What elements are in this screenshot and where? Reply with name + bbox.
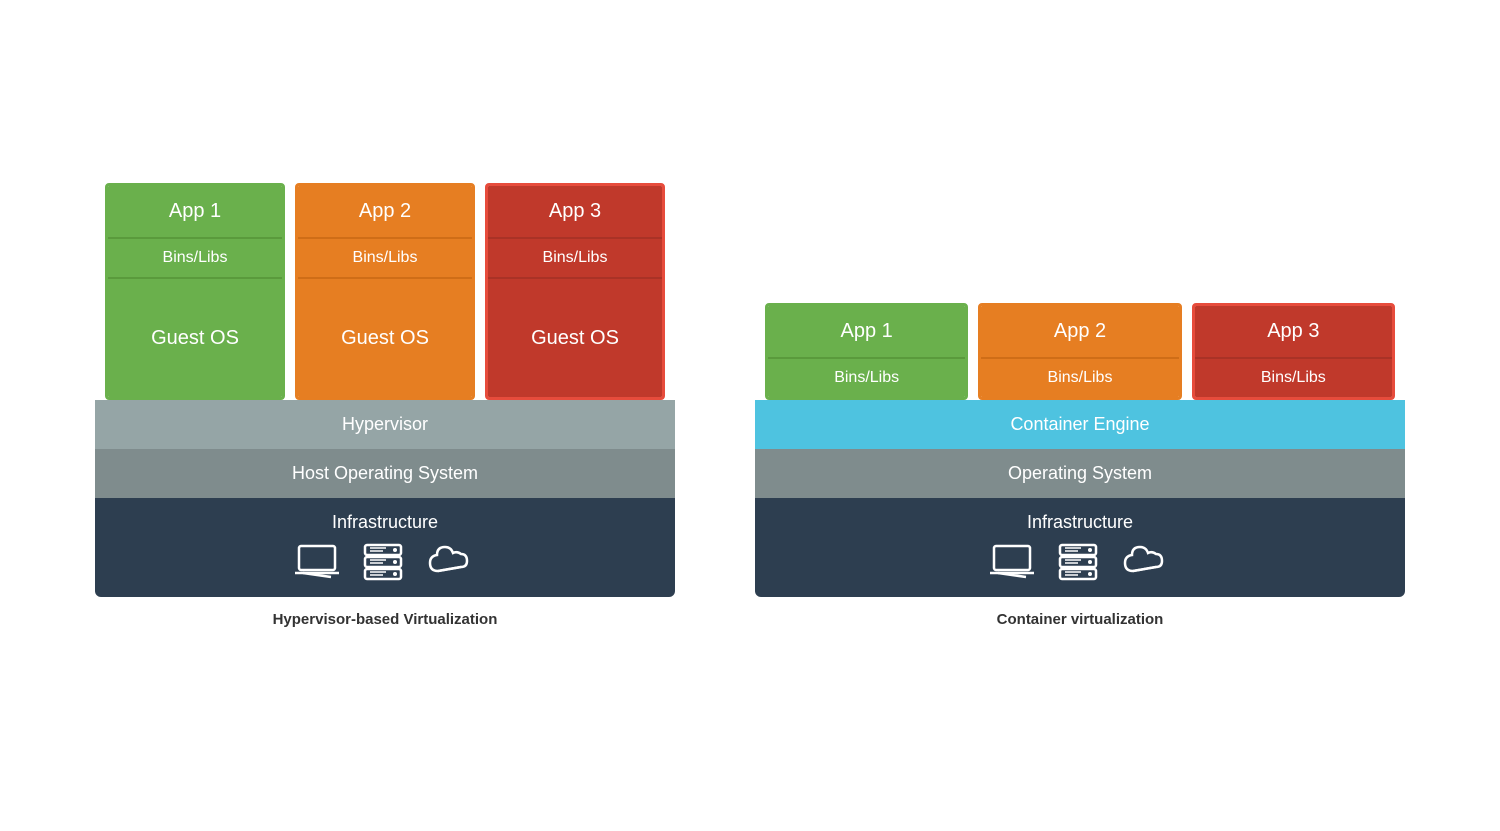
- right-app2-label: App 2: [981, 306, 1178, 357]
- right-container-engine-wrap: Container Engine: [755, 400, 1405, 449]
- right-infra-label: Infrastructure: [1027, 512, 1133, 533]
- left-apps-row: App 1 Bins/Libs Guest OS App 2 Bins/Libs…: [95, 183, 675, 400]
- laptop-icon: [293, 543, 341, 581]
- left-hypervisor-wrap: Hypervisor: [95, 400, 675, 449]
- right-app1-bins: Bins/Libs: [768, 357, 965, 397]
- left-hypervisor-layer: Hypervisor: [95, 400, 675, 449]
- left-hostos-layer: Host Operating System: [95, 449, 675, 498]
- left-app3-column: App 3 Bins/Libs Guest OS: [485, 183, 665, 400]
- left-infra-wrap: Infrastructure: [95, 498, 675, 597]
- left-app1-bins: Bins/Libs: [108, 237, 282, 277]
- left-diagram: App 1 Bins/Libs Guest OS App 2 Bins/Libs…: [95, 183, 675, 628]
- right-infra-icons: [988, 533, 1172, 597]
- left-infra-icons: [293, 533, 477, 597]
- right-os-wrap: Operating System: [755, 449, 1405, 498]
- left-app1-column: App 1 Bins/Libs Guest OS: [105, 183, 285, 400]
- right-app3-label: App 3: [1195, 306, 1392, 357]
- right-app1-label: App 1: [768, 306, 965, 357]
- right-laptop-icon: [988, 543, 1036, 581]
- left-app3-label: App 3: [488, 186, 662, 237]
- server-icon: [361, 543, 405, 581]
- left-app2-column: App 2 Bins/Libs Guest OS: [295, 183, 475, 400]
- right-os-layer: Operating System: [755, 449, 1405, 498]
- right-diagram: App 1 Bins/Libs App 2 Bins/Libs App 3 Bi…: [755, 303, 1405, 628]
- right-server-icon: [1056, 543, 1100, 581]
- left-infra-label: Infrastructure: [332, 512, 438, 533]
- right-app2-column: App 2 Bins/Libs: [978, 303, 1181, 400]
- left-app1-guestos: Guest OS: [108, 277, 282, 397]
- left-app2-guestos: Guest OS: [298, 277, 472, 397]
- right-app1-column: App 1 Bins/Libs: [765, 303, 968, 400]
- left-app3-bins: Bins/Libs: [488, 237, 662, 277]
- main-container: App 1 Bins/Libs Guest OS App 2 Bins/Libs…: [35, 163, 1465, 668]
- left-hostos-wrap: Host Operating System: [95, 449, 675, 498]
- right-apps-row: App 1 Bins/Libs App 2 Bins/Libs App 3 Bi…: [755, 303, 1405, 400]
- left-diagram-title: Hypervisor-based Virtualization: [273, 611, 498, 628]
- right-app3-column: App 3 Bins/Libs: [1192, 303, 1395, 400]
- right-infra-layer: Infrastructure: [755, 498, 1405, 597]
- right-app3-bins: Bins/Libs: [1195, 357, 1392, 397]
- cloud-icon: [425, 543, 477, 581]
- left-app3-guestos: Guest OS: [488, 277, 662, 397]
- right-container-engine-layer: Container Engine: [755, 400, 1405, 449]
- right-infra-wrap: Infrastructure: [755, 498, 1405, 597]
- right-diagram-title: Container virtualization: [997, 611, 1164, 628]
- right-cloud-icon: [1120, 543, 1172, 581]
- left-app1-label: App 1: [108, 186, 282, 237]
- left-app2-bins: Bins/Libs: [298, 237, 472, 277]
- right-app2-bins: Bins/Libs: [981, 357, 1178, 397]
- left-app2-label: App 2: [298, 186, 472, 237]
- left-infra-layer: Infrastructure: [95, 498, 675, 597]
